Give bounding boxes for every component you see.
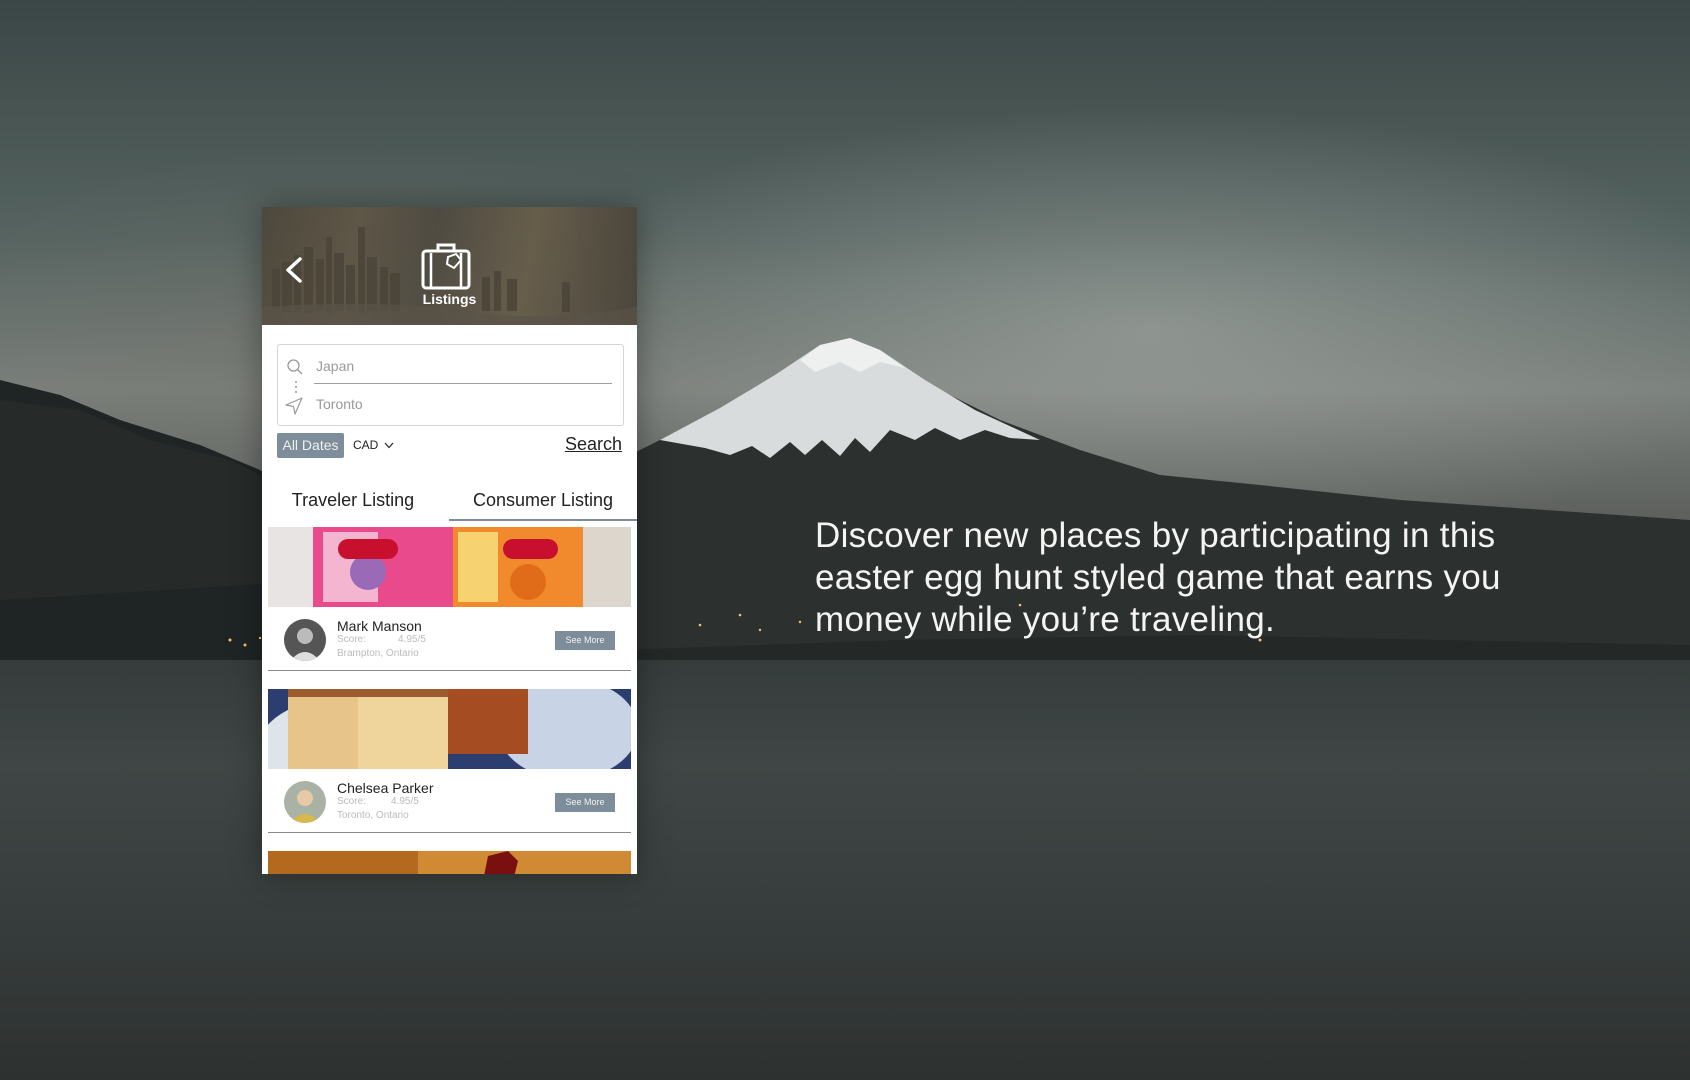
see-more-button[interactable]: See More <box>555 631 615 650</box>
phone-mockup: Listings All Dates CAD Search Traveler L… <box>262 207 637 874</box>
listing-name: Mark Manson <box>337 618 422 634</box>
currency-dropdown[interactable]: CAD <box>353 438 394 452</box>
listing-location: Brampton, Ontario <box>337 648 419 659</box>
back-chevron-icon[interactable] <box>282 253 308 287</box>
score-value: 4.95/5 <box>398 634 426 645</box>
lake <box>0 660 1690 1080</box>
route-dots-icon <box>295 381 297 393</box>
currency-label: CAD <box>353 438 379 452</box>
listing-photo <box>268 851 631 874</box>
score-label: Score: <box>337 796 366 807</box>
destination-input[interactable] <box>314 349 612 384</box>
suitcase-icon <box>421 243 471 290</box>
search-button[interactable]: Search <box>565 434 622 455</box>
tab-consumer-listing[interactable]: Consumer Listing <box>449 485 637 521</box>
search-icon <box>287 359 303 375</box>
tab-traveler-listing[interactable]: Traveler Listing <box>262 485 444 519</box>
search-panel <box>277 344 624 426</box>
all-dates-button[interactable]: All Dates <box>277 433 344 458</box>
listing-card[interactable]: Chelsea Parker Score: 4.95/5 Toronto, On… <box>268 689 631 833</box>
page-title: Listings <box>422 291 477 307</box>
header-banner: Listings <box>262 207 637 325</box>
avatar <box>284 781 326 823</box>
listing-tabs: Traveler Listing Consumer Listing <box>262 485 637 521</box>
origin-input[interactable] <box>314 387 612 421</box>
score-label: Score: <box>337 634 366 645</box>
listing-name: Chelsea Parker <box>337 780 434 796</box>
listing-photo <box>268 689 631 769</box>
listing-card-partial[interactable] <box>268 851 631 874</box>
listing-location: Toronto, Ontario <box>337 810 409 821</box>
listing-photo <box>268 527 631 607</box>
promo-caption: Discover new places by participating in … <box>815 516 1501 639</box>
chevron-down-icon <box>384 442 394 449</box>
send-arrow-icon <box>285 397 303 415</box>
avatar <box>284 619 326 661</box>
see-more-button[interactable]: See More <box>555 793 615 812</box>
listing-card[interactable]: Mark Manson Score: 4.95/5 Brampton, Onta… <box>268 527 631 671</box>
score-value: 4.95/5 <box>391 796 419 807</box>
filter-bar: All Dates CAD Search <box>277 433 622 459</box>
